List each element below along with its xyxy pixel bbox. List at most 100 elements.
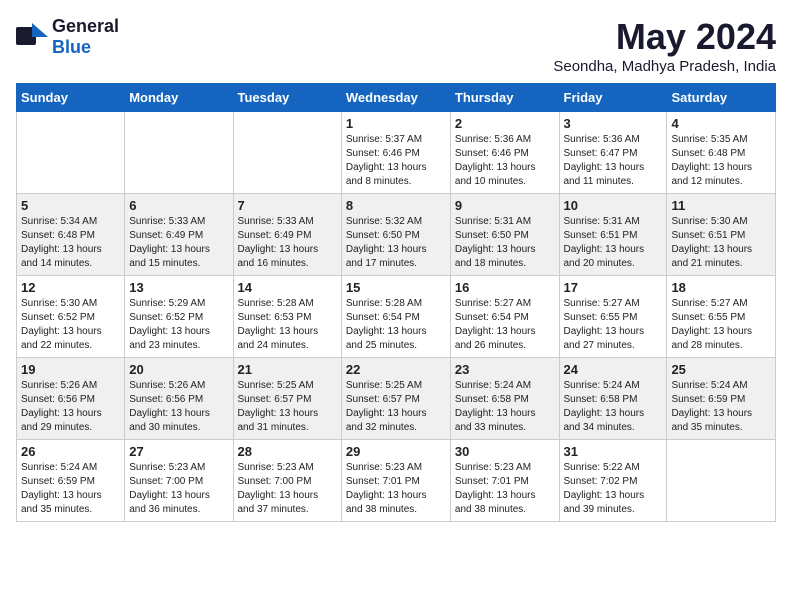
- calendar-cell: [233, 112, 341, 194]
- calendar-cell: [17, 112, 125, 194]
- col-saturday: Saturday: [667, 84, 776, 112]
- calendar-cell: [125, 112, 233, 194]
- location-text: Seondha, Madhya Pradesh, India: [553, 58, 776, 75]
- calendar-cell: 13 Sunrise: 5:29 AM Sunset: 6:52 PM Dayli…: [125, 276, 233, 358]
- day-number: 19: [21, 362, 120, 377]
- calendar-cell: 19Sunrise: 5:26 AM Sunset: 6:56 PM Dayli…: [17, 358, 125, 440]
- day-number: 12: [21, 280, 120, 295]
- day-number: 21: [238, 362, 337, 377]
- day-info: Sunrise: 5:25 AM Sunset: 6:57 PM Dayligh…: [346, 379, 446, 435]
- day-info: Sunrise: 5:30 AM Sunset: 6:51 PM Dayligh…: [671, 215, 771, 271]
- calendar-cell: 31 Sunrise: 5:22 AM Sunset: 7:02 PM Dayli…: [559, 440, 667, 522]
- calendar-cell: 7 Sunrise: 5:33 AM Sunset: 6:49 PM Daylig…: [233, 194, 341, 276]
- day-info: Sunrise: 5:23 AM Sunset: 7:01 PM Dayligh…: [455, 461, 555, 517]
- calendar-cell: 10Sunrise: 5:31 AM Sunset: 6:51 PM Dayli…: [559, 194, 667, 276]
- day-info: Sunrise: 5:23 AM Sunset: 7:00 PM Dayligh…: [238, 461, 337, 517]
- day-number: 23: [455, 362, 555, 377]
- logo: General Blue: [16, 16, 119, 58]
- calendar-cell: 27Sunrise: 5:23 AM Sunset: 7:00 PM Dayli…: [125, 440, 233, 522]
- day-info: Sunrise: 5:29 AM Sunset: 6:52 PM Dayligh…: [129, 297, 228, 353]
- day-info: Sunrise: 5:33 AM Sunset: 6:49 PM Dayligh…: [129, 215, 228, 271]
- calendar-cell: 8 Sunrise: 5:32 AM Sunset: 6:50 PM Daylig…: [341, 194, 450, 276]
- logo-general-text: General: [52, 16, 119, 36]
- day-number: 8: [346, 198, 446, 213]
- day-number: 22: [346, 362, 446, 377]
- day-number: 14: [238, 280, 337, 295]
- calendar-cell: 1Sunrise: 5:37 AM Sunset: 6:46 PM Daylig…: [341, 112, 450, 194]
- calendar-cell: 26 Sunrise: 5:24 AM Sunset: 6:59 PM Dayli…: [17, 440, 125, 522]
- day-number: 2: [455, 116, 555, 131]
- day-number: 6: [129, 198, 228, 213]
- calendar-row-1: 1Sunrise: 5:37 AM Sunset: 6:46 PM Daylig…: [17, 112, 776, 194]
- day-info: Sunrise: 5:27 AM Sunset: 6:55 PM Dayligh…: [564, 297, 663, 353]
- day-info: Sunrise: 5:31 AM Sunset: 6:50 PM Dayligh…: [455, 215, 555, 271]
- day-number: 25: [671, 362, 771, 377]
- calendar-cell: 28 Sunrise: 5:23 AM Sunset: 7:00 PM Dayli…: [233, 440, 341, 522]
- calendar-cell: 4 Sunrise: 5:35 AM Sunset: 6:48 PM Daylig…: [667, 112, 776, 194]
- col-tuesday: Tuesday: [233, 84, 341, 112]
- day-info: Sunrise: 5:30 AM Sunset: 6:52 PM Dayligh…: [21, 297, 120, 353]
- calendar-cell: 5Sunrise: 5:34 AM Sunset: 6:48 PM Daylig…: [17, 194, 125, 276]
- calendar-cell: 2 Sunrise: 5:36 AM Sunset: 6:46 PM Daylig…: [450, 112, 559, 194]
- day-info: Sunrise: 5:28 AM Sunset: 6:54 PM Dayligh…: [346, 297, 446, 353]
- calendar-cell: 17 Sunrise: 5:27 AM Sunset: 6:55 PM Dayli…: [559, 276, 667, 358]
- calendar-row-3: 12 Sunrise: 5:30 AM Sunset: 6:52 PM Dayli…: [17, 276, 776, 358]
- day-info: Sunrise: 5:36 AM Sunset: 6:46 PM Dayligh…: [455, 133, 555, 189]
- day-info: Sunrise: 5:23 AM Sunset: 7:00 PM Dayligh…: [129, 461, 228, 517]
- calendar-cell: 20Sunrise: 5:26 AM Sunset: 6:56 PM Dayli…: [125, 358, 233, 440]
- calendar-cell: 16Sunrise: 5:27 AM Sunset: 6:54 PM Dayli…: [450, 276, 559, 358]
- day-number: 18: [671, 280, 771, 295]
- calendar-row-5: 26 Sunrise: 5:24 AM Sunset: 6:59 PM Dayli…: [17, 440, 776, 522]
- day-info: Sunrise: 5:28 AM Sunset: 6:53 PM Dayligh…: [238, 297, 337, 353]
- day-info: Sunrise: 5:35 AM Sunset: 6:48 PM Dayligh…: [671, 133, 771, 189]
- calendar-cell: 14 Sunrise: 5:28 AM Sunset: 6:53 PM Dayli…: [233, 276, 341, 358]
- day-number: 29: [346, 444, 446, 459]
- day-number: 17: [564, 280, 663, 295]
- day-info: Sunrise: 5:34 AM Sunset: 6:48 PM Dayligh…: [21, 215, 120, 271]
- day-info: Sunrise: 5:33 AM Sunset: 6:49 PM Dayligh…: [238, 215, 337, 271]
- calendar-table: Sunday Monday Tuesday Wednesday Thursday…: [16, 83, 776, 522]
- day-number: 24: [564, 362, 663, 377]
- day-info: Sunrise: 5:24 AM Sunset: 6:59 PM Dayligh…: [671, 379, 771, 435]
- title-block: May 2024 Seondha, Madhya Pradesh, India: [553, 16, 776, 75]
- day-number: 7: [238, 198, 337, 213]
- calendar-cell: 24Sunrise: 5:24 AM Sunset: 6:58 PM Dayli…: [559, 358, 667, 440]
- col-sunday: Sunday: [17, 84, 125, 112]
- logo-blue-text: Blue: [52, 37, 91, 57]
- day-info: Sunrise: 5:25 AM Sunset: 6:57 PM Dayligh…: [238, 379, 337, 435]
- calendar-cell: 22 Sunrise: 5:25 AM Sunset: 6:57 PM Dayli…: [341, 358, 450, 440]
- col-thursday: Thursday: [450, 84, 559, 112]
- calendar-cell: 23 Sunrise: 5:24 AM Sunset: 6:58 PM Dayli…: [450, 358, 559, 440]
- calendar-cell: 18Sunrise: 5:27 AM Sunset: 6:55 PM Dayli…: [667, 276, 776, 358]
- day-number: 9: [455, 198, 555, 213]
- day-number: 13: [129, 280, 228, 295]
- calendar-row-4: 19Sunrise: 5:26 AM Sunset: 6:56 PM Dayli…: [17, 358, 776, 440]
- calendar-cell: 15Sunrise: 5:28 AM Sunset: 6:54 PM Dayli…: [341, 276, 450, 358]
- col-wednesday: Wednesday: [341, 84, 450, 112]
- calendar-cell: 30Sunrise: 5:23 AM Sunset: 7:01 PM Dayli…: [450, 440, 559, 522]
- day-info: Sunrise: 5:24 AM Sunset: 6:59 PM Dayligh…: [21, 461, 120, 517]
- day-number: 26: [21, 444, 120, 459]
- calendar-cell: 6 Sunrise: 5:33 AM Sunset: 6:49 PM Daylig…: [125, 194, 233, 276]
- calendar-cell: 9 Sunrise: 5:31 AM Sunset: 6:50 PM Daylig…: [450, 194, 559, 276]
- day-info: Sunrise: 5:24 AM Sunset: 6:58 PM Dayligh…: [455, 379, 555, 435]
- day-number: 11: [671, 198, 771, 213]
- calendar-row-2: 5Sunrise: 5:34 AM Sunset: 6:48 PM Daylig…: [17, 194, 776, 276]
- day-info: Sunrise: 5:32 AM Sunset: 6:50 PM Dayligh…: [346, 215, 446, 271]
- day-info: Sunrise: 5:22 AM Sunset: 7:02 PM Dayligh…: [564, 461, 663, 517]
- day-number: 4: [671, 116, 771, 131]
- calendar-cell: 11 Sunrise: 5:30 AM Sunset: 6:51 PM Dayli…: [667, 194, 776, 276]
- col-monday: Monday: [125, 84, 233, 112]
- col-friday: Friday: [559, 84, 667, 112]
- day-number: 3: [564, 116, 663, 131]
- day-info: Sunrise: 5:37 AM Sunset: 6:46 PM Dayligh…: [346, 133, 446, 189]
- day-info: Sunrise: 5:27 AM Sunset: 6:54 PM Dayligh…: [455, 297, 555, 353]
- day-number: 31: [564, 444, 663, 459]
- day-number: 20: [129, 362, 228, 377]
- day-info: Sunrise: 5:36 AM Sunset: 6:47 PM Dayligh…: [564, 133, 663, 189]
- day-number: 28: [238, 444, 337, 459]
- calendar-cell: 3 Sunrise: 5:36 AM Sunset: 6:47 PM Daylig…: [559, 112, 667, 194]
- calendar-cell: 21 Sunrise: 5:25 AM Sunset: 6:57 PM Dayli…: [233, 358, 341, 440]
- calendar-cell: 29Sunrise: 5:23 AM Sunset: 7:01 PM Dayli…: [341, 440, 450, 522]
- logo-icon: [16, 23, 48, 51]
